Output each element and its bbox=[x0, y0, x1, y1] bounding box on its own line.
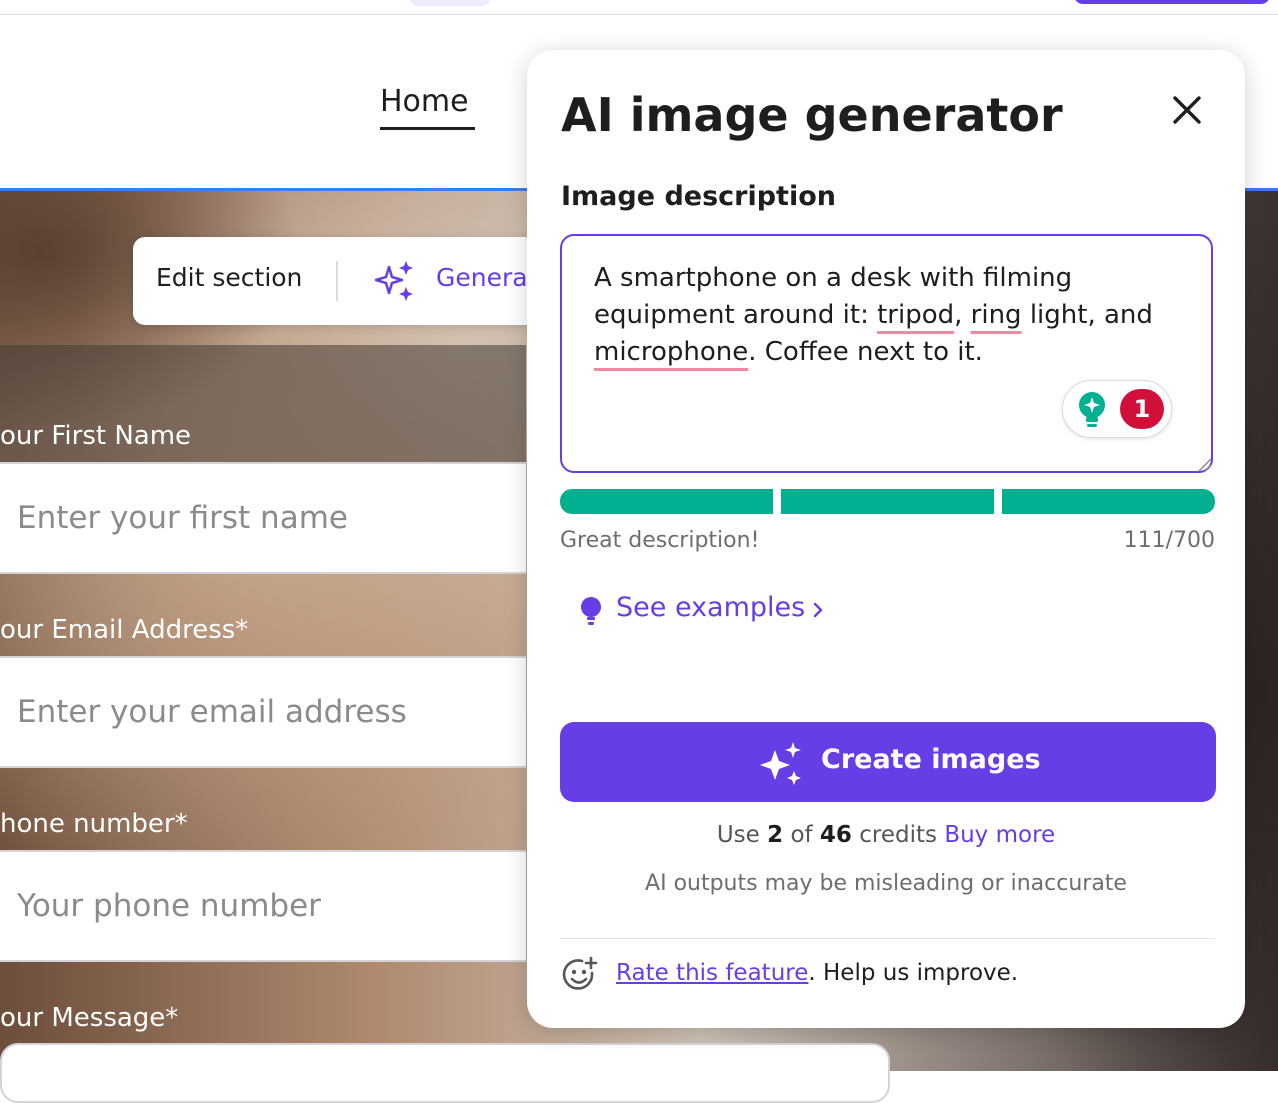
panel-title: AI image generator bbox=[561, 88, 1063, 142]
phone-input[interactable]: Your phone number bbox=[0, 850, 526, 962]
issue-count-badge: 1 bbox=[1120, 389, 1164, 429]
misspelled-word[interactable]: microphone bbox=[594, 337, 748, 367]
email-placeholder: Enter your email address bbox=[17, 694, 407, 730]
ai-image-generator-panel: AI image generator Image description A s… bbox=[527, 50, 1245, 1028]
smiley-icon bbox=[562, 956, 598, 990]
misspelled-word[interactable]: ring bbox=[971, 300, 1022, 330]
description-text: A smartphone on a desk with filming equi… bbox=[594, 263, 1153, 367]
rate-feature-text: Rate this feature. Help us improve. bbox=[616, 960, 1019, 986]
credits-used: 2 bbox=[767, 822, 784, 848]
first-name-input[interactable]: Enter your first name bbox=[0, 462, 526, 574]
create-images-button[interactable]: Create images bbox=[560, 722, 1216, 802]
image-description-textarea[interactable]: A smartphone on a desk with filming equi… bbox=[560, 234, 1213, 473]
phone-placeholder: Your phone number bbox=[17, 888, 321, 924]
toolbar-divider bbox=[336, 261, 338, 301]
rate-feature-link[interactable]: Rate this feature bbox=[616, 960, 808, 986]
ai-disclaimer: AI outputs may be misleading or inaccura… bbox=[645, 871, 1127, 896]
generate-button[interactable]: Genera bbox=[436, 263, 528, 292]
quality-hint: Great description! bbox=[560, 528, 760, 553]
section-edit-toolbar: Edit section Genera bbox=[133, 237, 553, 325]
sparkle-icon bbox=[760, 742, 801, 785]
create-images-label: Create images bbox=[821, 744, 1041, 775]
lightbulb-icon bbox=[1079, 392, 1105, 427]
progress-segment bbox=[781, 489, 994, 514]
description-quality-meter bbox=[560, 489, 1215, 514]
first-name-placeholder: Enter your first name bbox=[17, 500, 348, 536]
close-icon[interactable] bbox=[1167, 90, 1207, 130]
panel-divider bbox=[560, 938, 1215, 939]
first-name-label: our First Name bbox=[0, 421, 192, 451]
chevron-right-icon bbox=[813, 602, 823, 618]
top-nav-pill[interactable] bbox=[410, 0, 490, 6]
message-input[interactable] bbox=[0, 1043, 890, 1103]
resize-handle-icon[interactable] bbox=[1194, 454, 1212, 472]
writing-assistant-badge[interactable]: 1 bbox=[1062, 380, 1172, 438]
character-counter: 111/700 bbox=[1123, 528, 1215, 553]
email-label: our Email Address* bbox=[0, 615, 249, 645]
image-description-label: Image description bbox=[561, 181, 836, 212]
nav-active-underline bbox=[380, 127, 475, 130]
edit-section-button[interactable]: Edit section bbox=[156, 263, 302, 292]
progress-segment bbox=[560, 489, 773, 514]
top-primary-button[interactable] bbox=[1074, 0, 1270, 4]
sparkle-icon bbox=[374, 261, 413, 301]
nav-link-home[interactable]: Home bbox=[380, 84, 469, 119]
misspelled-word[interactable]: tripod bbox=[877, 300, 954, 330]
see-examples-label: See examples bbox=[616, 592, 806, 623]
phone-label: hone number* bbox=[0, 809, 188, 839]
buy-more-link[interactable]: Buy more bbox=[944, 822, 1055, 848]
credits-total: 46 bbox=[819, 822, 852, 848]
message-label: our Message* bbox=[0, 1003, 179, 1033]
lightbulb-icon bbox=[581, 597, 601, 625]
credits-info: Use 2 of 46 credits Buy more bbox=[716, 822, 1056, 848]
email-input[interactable]: Enter your email address bbox=[0, 656, 526, 768]
progress-segment bbox=[1002, 489, 1215, 514]
